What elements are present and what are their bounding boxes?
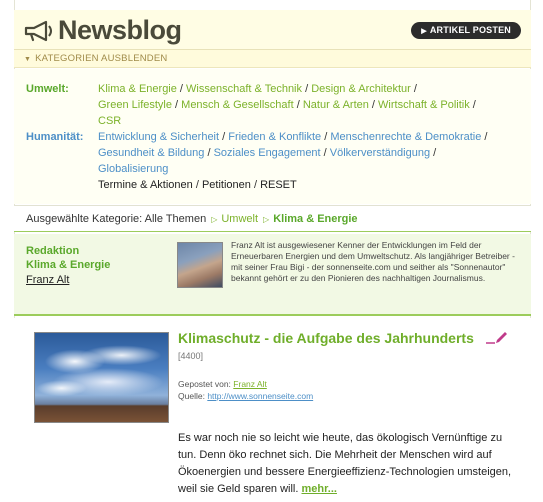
article-body: Es war noch nie so leicht wie heute, das…	[178, 430, 523, 498]
category-link[interactable]: Frieden & Konflikte	[228, 131, 321, 143]
category-link[interactable]: Menschenrechte & Demokratie	[330, 131, 481, 143]
editor-bio: Franz Alt ist ausgewiesener Kenner der E…	[231, 240, 515, 283]
category-link[interactable]: Globalisierung	[98, 163, 168, 175]
breadcrumb-current: Klima & Energie	[273, 213, 358, 225]
hide-categories-toggle[interactable]: ▼ KATEGORIEN AUSBLENDEN	[14, 50, 531, 68]
category-links: Entwicklung & Sicherheit / Frieden & Kon…	[98, 131, 488, 191]
category-link[interactable]: Design & Architektur	[311, 83, 411, 95]
breadcrumb-link-umwelt[interactable]: Umwelt	[221, 213, 258, 225]
category-group-label: Humanität:	[26, 131, 84, 143]
article-meta: Gepostet von: Franz Alt Quelle: http://w…	[178, 378, 313, 402]
category-link[interactable]: Völkerverständigung	[330, 147, 430, 159]
editor-heading: Redaktion Klima & Energie	[26, 244, 110, 272]
reset-link[interactable]: RESET	[260, 179, 297, 191]
category-link[interactable]: Gesundheit & Bildung	[98, 147, 204, 159]
category-link[interactable]: Entwicklung & Sicherheit	[98, 131, 219, 143]
category-link[interactable]: Klima & Energie	[98, 83, 177, 95]
category-link[interactable]: Natur & Arten	[303, 99, 369, 111]
category-panel: Umwelt: Klima & Energie / Wissenschaft &…	[14, 69, 531, 204]
article-excerpt: Es war noch nie so leicht wie heute, das…	[178, 432, 512, 495]
author-link[interactable]: Franz Alt	[233, 379, 267, 389]
editor-name-link[interactable]: Franz Alt	[26, 274, 69, 286]
breadcrumb-prefix: Ausgewählte Kategorie: Alle Themen	[26, 213, 207, 225]
category-link[interactable]: Petitionen	[202, 179, 251, 191]
category-links: Klima & Energie / Wissenschaft & Technik…	[98, 83, 476, 127]
category-link[interactable]: Wirtschaft & Politik	[378, 99, 470, 111]
post-article-label: ARTIKEL POSTEN	[429, 25, 511, 35]
source-label: Quelle:	[178, 391, 205, 401]
article-image[interactable]	[34, 332, 169, 423]
posted-by-label: Gepostet von:	[178, 379, 231, 389]
article-card: Klimaschutz - die Aufgabe des Jahrhunder…	[14, 318, 531, 502]
editor-heading-line: Redaktion	[26, 245, 80, 257]
article-id: [4400]	[178, 351, 204, 361]
category-link[interactable]: Mensch & Gesellschaft	[181, 99, 294, 111]
page-title: Newsblog	[58, 15, 182, 45]
category-link[interactable]: Green Lifestyle	[98, 99, 172, 111]
read-more-link[interactable]: mehr...	[302, 483, 337, 495]
pencil-icon[interactable]	[486, 331, 508, 345]
source-link[interactable]: http://www.sonnenseite.com	[207, 391, 313, 401]
post-article-button[interactable]: ▶ ARTIKEL POSTEN	[411, 22, 521, 39]
category-link[interactable]: CSR	[98, 115, 121, 127]
breadcrumb: Ausgewählte Kategorie: Alle Themen ▷ Umwel…	[14, 205, 531, 232]
editor-box: Redaktion Klima & Energie Franz Alt Fran…	[14, 234, 531, 316]
category-link[interactable]: Soziales Engagement	[214, 147, 321, 159]
category-link[interactable]: Termine & Aktionen	[98, 179, 193, 191]
editor-avatar	[177, 242, 223, 288]
hide-categories-label: KATEGORIEN AUSBLENDEN	[35, 53, 168, 64]
category-group-label: Umwelt:	[26, 83, 69, 95]
header: Newsblog ▶ ARTIKEL POSTEN	[14, 10, 531, 50]
editor-heading-line: Klima & Energie	[26, 259, 111, 271]
triangle-right-icon: ▷	[211, 215, 218, 224]
play-icon: ▶	[421, 28, 427, 35]
triangle-right-icon: ▷	[263, 215, 270, 224]
category-link[interactable]: Wissenschaft & Technik	[186, 83, 302, 95]
megaphone-icon	[24, 20, 52, 42]
article-title[interactable]: Klimaschutz - die Aufgabe des Jahrhunder…	[178, 330, 474, 346]
triangle-down-icon: ▼	[24, 56, 32, 63]
